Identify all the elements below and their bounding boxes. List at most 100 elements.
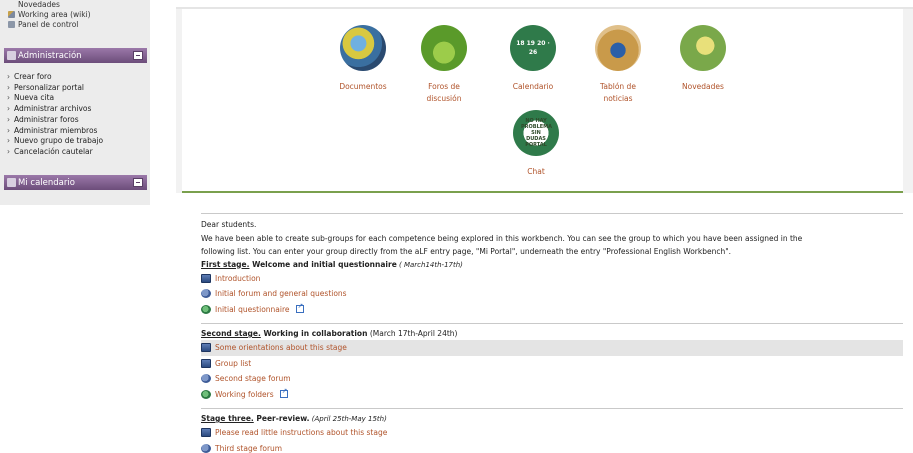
- chevron-right-icon: ›: [7, 114, 10, 124]
- stage-name: Peer-review.: [253, 414, 310, 423]
- page-icon: [201, 343, 211, 353]
- admin-menu-label: Administrar archivos: [14, 104, 92, 114]
- sidebar-link-control-panel[interactable]: Panel de control: [0, 20, 150, 29]
- external-link-icon[interactable]: [279, 387, 288, 399]
- tool-label: Chat: [527, 167, 545, 176]
- chevron-right-icon: ›: [7, 93, 10, 103]
- sidebar: Novedades Working area (wiki) Panel de c…: [0, 0, 150, 205]
- control-panel-icon: [8, 21, 15, 28]
- folder-icon: [201, 304, 211, 314]
- resource-working-folders[interactable]: Working folders: [201, 387, 904, 403]
- tool-documents[interactable]: Documentos: [323, 25, 403, 93]
- admin-menu-label: Personalizar portal: [14, 82, 85, 92]
- tool-label: Novedades: [682, 82, 724, 91]
- sidebar-link-label: Panel de control: [18, 20, 79, 29]
- page-icon: [201, 273, 211, 283]
- resource-second-forum[interactable]: Second stage forum: [201, 371, 904, 387]
- resource-label: Second stage forum: [215, 374, 291, 384]
- admin-menu-label: Nuevo grupo de trabajo: [14, 136, 104, 146]
- resource-label: Please read little instructions about th…: [215, 428, 388, 438]
- sidebar-link-novedades[interactable]: Novedades: [0, 0, 150, 9]
- tool-chat[interactable]: NO HAY PROBLEMA SIN DUDAS PORTAL Chat: [496, 110, 576, 178]
- admin-menu-item[interactable]: › Administrar archivos: [7, 104, 103, 115]
- stage-title-first: First stage. Welcome and initial questio…: [201, 259, 904, 271]
- forum-icon: [201, 289, 211, 299]
- forums-icon: [421, 25, 467, 71]
- resource-introduction[interactable]: Introduction: [201, 271, 904, 287]
- main-content: Dear students. We have been able to crea…: [201, 213, 904, 453]
- tool-forums[interactable]: Foros de discusión: [404, 25, 484, 105]
- resource-label: Working folders: [215, 389, 274, 399]
- admin-menu-item[interactable]: › Crear foro: [7, 72, 103, 83]
- resource-instructions[interactable]: Please read little instructions about th…: [201, 425, 904, 441]
- external-link-icon[interactable]: [295, 302, 304, 314]
- admin-menu-item[interactable]: › Administrar foros: [7, 115, 103, 126]
- admin-menu-item[interactable]: › Personalizar portal: [7, 83, 103, 94]
- chevron-right-icon: ›: [7, 125, 10, 135]
- admin-menu-label: Administrar foros: [14, 114, 79, 124]
- sidebar-link-label: Working area (wiki): [18, 10, 91, 19]
- resource-label: Introduction: [215, 273, 261, 283]
- panel-right-strip: [903, 9, 913, 193]
- news-icon: [680, 25, 726, 71]
- resource-group-list[interactable]: Group list: [201, 356, 904, 372]
- pencil-icon: [8, 11, 15, 18]
- admin-menu-label: Cancelación cautelar: [14, 146, 93, 156]
- resource-third-forum[interactable]: Third stage forum: [201, 441, 904, 453]
- resource-initial-questionnaire[interactable]: Initial questionnaire: [201, 302, 904, 318]
- bulletin-board-icon: [595, 25, 641, 71]
- admin-menu-item[interactable]: › Cancelación cautelar: [7, 147, 103, 158]
- page-icon: [201, 428, 211, 438]
- stage-title-third: Stage three. Peer-review. (April 25th-Ma…: [201, 413, 904, 425]
- tool-label: Foros de discusión: [426, 82, 462, 103]
- admin-header-label: Administración: [18, 50, 82, 61]
- stage-label: Stage three.: [201, 414, 254, 423]
- collapse-icon[interactable]: [133, 51, 143, 60]
- admin-menu-label: Administrar miembros: [14, 125, 98, 135]
- tool-news[interactable]: Novedades: [663, 25, 743, 93]
- greeting-text: Dear students.: [201, 220, 257, 229]
- collapse-icon[interactable]: [133, 178, 143, 187]
- resource-initial-forum[interactable]: Initial forum and general questions: [201, 286, 904, 302]
- admin-menu-item[interactable]: › Nuevo grupo de trabajo: [7, 136, 103, 147]
- calendar-icon: 18 19 20 · 26: [510, 25, 556, 71]
- sidebar-link-label: Novedades: [18, 0, 60, 9]
- stage-dates: (March 17th-April 24th): [367, 329, 458, 338]
- admin-menu-label: Nueva cita: [14, 93, 55, 103]
- chevron-right-icon: ›: [7, 82, 10, 92]
- admin-section-header: Administración: [4, 48, 147, 63]
- stage-title-second: Second stage. Working in collaboration (…: [201, 328, 904, 340]
- admin-icon: [7, 51, 16, 60]
- resource-label: Some orientations about this stage: [215, 343, 347, 353]
- sidebar-link-working-area[interactable]: Working area (wiki): [0, 10, 150, 19]
- page-icon: [201, 358, 211, 368]
- stage-name: Welcome and initial questionnaire: [249, 259, 397, 269]
- tool-calendar[interactable]: 18 19 20 · 26 Calendario: [493, 25, 573, 93]
- tool-label: Calendario: [512, 82, 554, 91]
- resource-orientations[interactable]: Some orientations about this stage: [201, 340, 903, 356]
- folder-icon: [201, 389, 211, 399]
- admin-menu-item[interactable]: › Nueva cita: [7, 93, 103, 104]
- resource-label: Group list: [215, 358, 252, 368]
- admin-menu-item[interactable]: › Administrar miembros: [7, 126, 103, 137]
- intro-text-line2: following list. You can enter your group…: [201, 247, 732, 256]
- stage-dates: ( March14th-17th): [396, 260, 463, 269]
- documents-icon: [340, 25, 386, 71]
- chat-icon: NO HAY PROBLEMA SIN DUDAS PORTAL: [513, 110, 559, 156]
- chevron-right-icon: ›: [7, 72, 10, 81]
- intro-text-line1: We have been able to create sub-groups f…: [201, 233, 803, 243]
- resource-label: Initial questionnaire: [215, 304, 290, 314]
- chevron-right-icon: ›: [7, 104, 10, 114]
- stage-dates: (April 25th-May 15th): [309, 415, 387, 423]
- tool-label: Documentos: [339, 82, 387, 91]
- stage-label: First stage.: [201, 259, 250, 269]
- calendar-header-label: Mi calendario: [18, 177, 75, 188]
- calendar-small-icon: [7, 178, 16, 187]
- admin-menu-label: Crear foro: [14, 72, 52, 81]
- panel-left-strip: [176, 9, 182, 193]
- chevron-right-icon: ›: [7, 136, 10, 146]
- forum-icon: [201, 374, 211, 384]
- tool-bulletin-board[interactable]: Tablón de noticias: [578, 25, 658, 105]
- resource-label: Third stage forum: [215, 443, 283, 453]
- forum-icon: [201, 443, 211, 453]
